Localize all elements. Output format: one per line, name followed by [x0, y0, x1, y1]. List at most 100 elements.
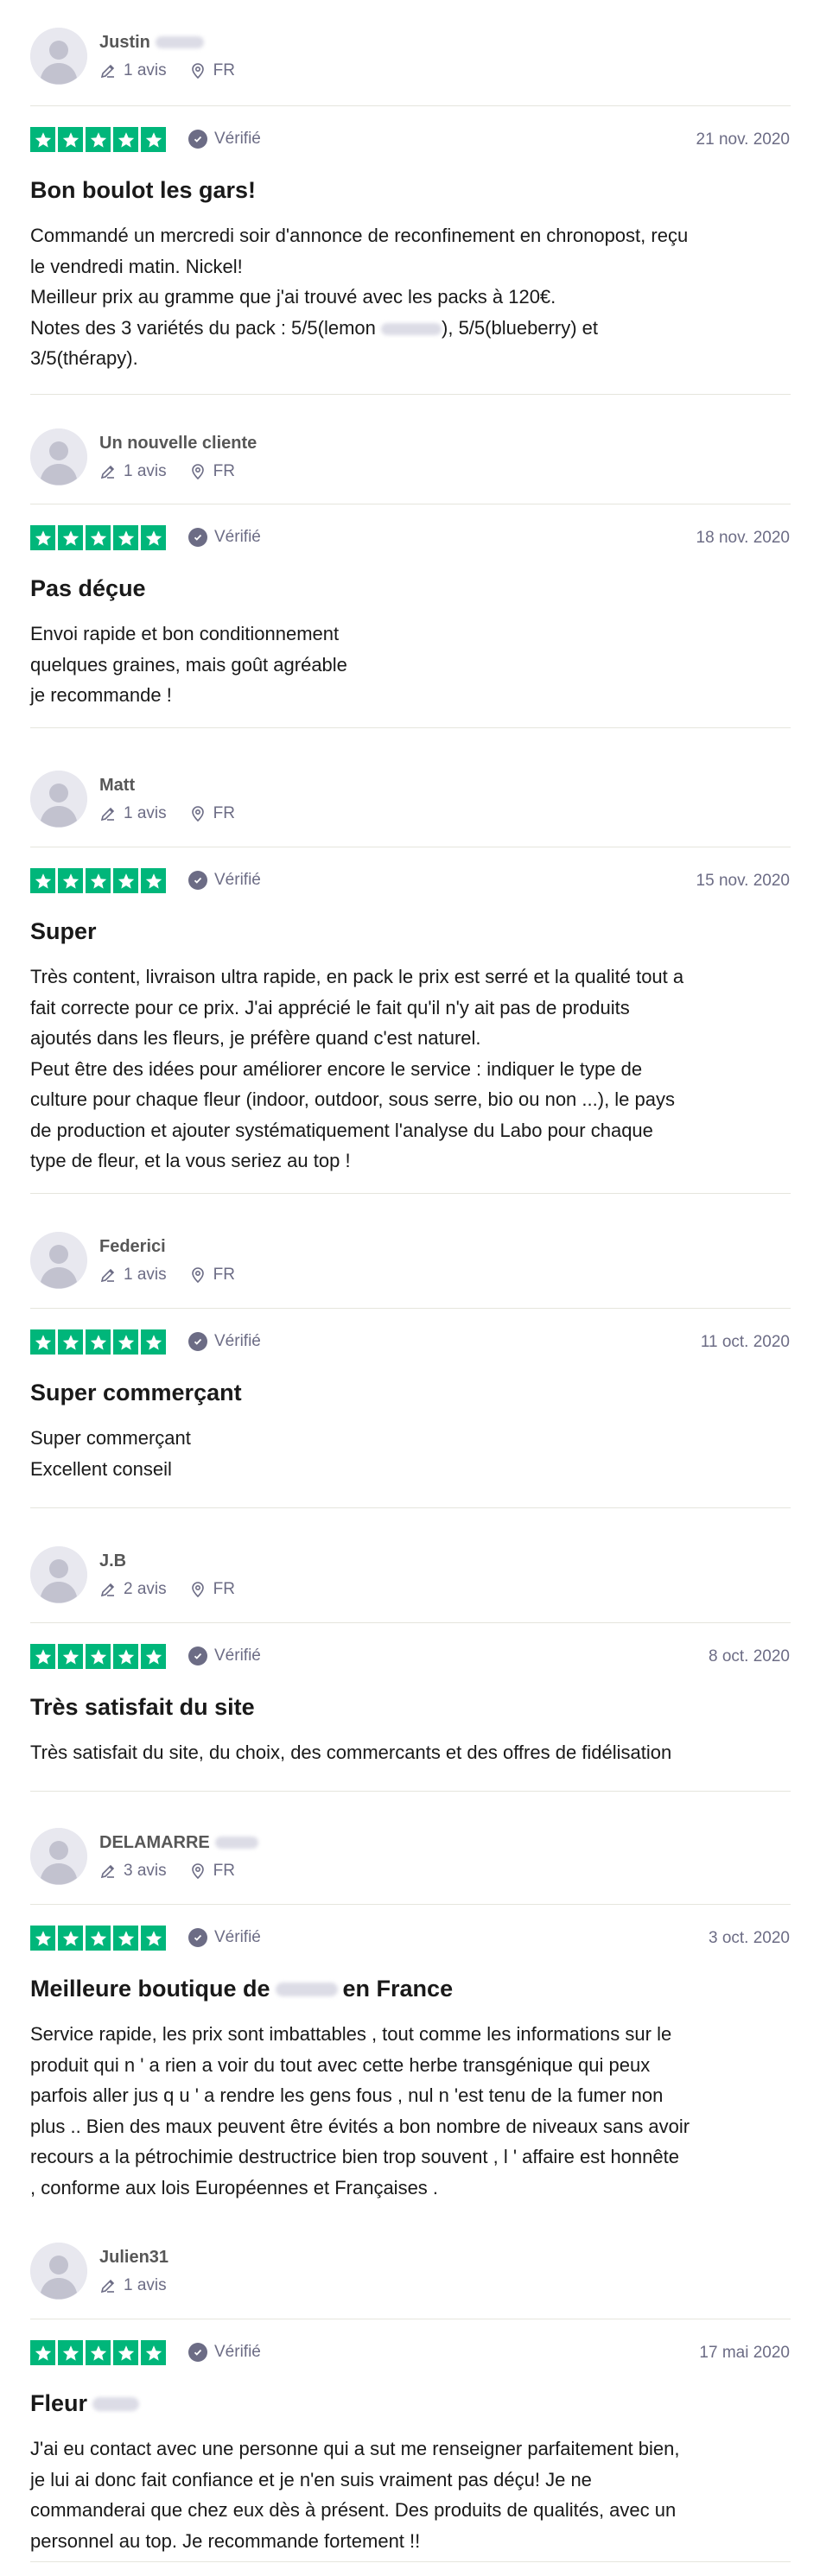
verified-badge[interactable]: Vérifié [188, 1332, 261, 1351]
star-icon [58, 2340, 83, 2365]
divider [30, 1507, 791, 1508]
country: FR [213, 462, 235, 480]
review-text-line: Service rapide, les prix sont imbattable… [30, 2023, 672, 2045]
review-date: 21 nov. 2020 [696, 130, 790, 149]
review-text: J'ai eu contact avec une personne qui a … [30, 2433, 791, 2556]
title-fragment: Fleur [30, 2390, 88, 2416]
text-fragment: Notes des 3 variétés du pack : 5/5(lemon [30, 316, 376, 339]
verified-badge[interactable]: Vérifié [188, 528, 261, 547]
consumer-info[interactable]: DELAMARRE 3 avis FR [30, 1828, 258, 1885]
avatar[interactable] [30, 771, 87, 828]
consumer-name[interactable]: DELAMARRE [99, 1833, 210, 1853]
checkmark-circle-icon [188, 1928, 207, 1947]
default-user-avatar-icon [30, 28, 87, 85]
consumer-name[interactable]: Justin [99, 33, 150, 53]
star-icon [141, 127, 166, 152]
star-icon [86, 127, 111, 152]
divider [30, 727, 791, 728]
pencil-icon [99, 1266, 117, 1284]
consumer-name[interactable]: Un nouvelle cliente [99, 434, 257, 454]
avatar[interactable] [30, 428, 87, 485]
review-text-line: quelques graines, mais goût agréable [30, 653, 347, 676]
map-pin-icon [189, 463, 207, 480]
review-title[interactable]: Meilleure boutique de en France [30, 1976, 453, 2002]
star-icon [58, 1926, 83, 1951]
review-count: 1 avis [124, 804, 167, 822]
verified-badge[interactable]: Vérifié [188, 1646, 261, 1666]
divider [30, 1308, 791, 1309]
review-title[interactable]: Super [30, 918, 97, 945]
divider [30, 1791, 791, 1792]
star-icon [30, 127, 55, 152]
consumer-info[interactable]: Matt 1 avis FR [30, 771, 257, 828]
review-text-line: Envoi rapide et bon conditionnement [30, 623, 340, 644]
consumer-info[interactable]: Un nouvelle cliente 1 avis FR [30, 428, 257, 485]
review-title[interactable]: Très satisfait du site [30, 1694, 255, 1721]
star-icon [30, 525, 55, 550]
verified-badge[interactable]: Vérifié [188, 2343, 261, 2362]
review-text-line: je recommande ! [30, 684, 172, 706]
review-title[interactable]: Super commerçant [30, 1380, 242, 1406]
consumer-info[interactable]: Julien31 1 avis [30, 2243, 189, 2300]
checkmark-circle-icon [188, 871, 207, 890]
review-date: 17 mai 2020 [699, 2344, 790, 2362]
consumer-info[interactable]: Federici 1 avis FR [30, 1232, 257, 1289]
review-text: Commandé un mercredi soir d'annonce de r… [30, 220, 791, 374]
review-date: 15 nov. 2020 [696, 872, 790, 890]
star-icon [141, 1644, 166, 1669]
pencil-icon [99, 805, 117, 822]
map-pin-icon [189, 805, 207, 822]
review-text-line: parfois aller jus q u ' a rendre les gen… [30, 2084, 664, 2106]
review-text-line: culture pour chaque fleur (indoor, outdo… [30, 1088, 676, 1110]
review-text-line: , conforme aux lois Européennes et Franç… [30, 2176, 439, 2198]
review-title[interactable]: Bon boulot les gars! [30, 177, 256, 204]
default-user-avatar-icon [30, 428, 87, 485]
avatar[interactable] [30, 28, 87, 85]
consumer-name[interactable]: Matt [99, 776, 135, 796]
verified-label: Vérifié [214, 1646, 261, 1665]
avatar[interactable] [30, 2243, 87, 2300]
star-icon [141, 1926, 166, 1951]
star-rating [30, 2340, 168, 2365]
star-icon [113, 2340, 138, 2365]
consumer-name[interactable]: Julien31 [99, 2248, 168, 2268]
review-text-line: le vendredi matin. Nickel! [30, 255, 243, 277]
star-icon [58, 525, 83, 550]
star-icon [141, 525, 166, 550]
divider [30, 1904, 791, 1905]
verified-badge[interactable]: Vérifié [188, 1928, 261, 1947]
verified-badge[interactable]: Vérifié [188, 130, 261, 149]
consumer-name[interactable]: Federici [99, 1237, 166, 1257]
pencil-icon [99, 1862, 117, 1880]
checkmark-circle-icon [188, 130, 207, 149]
consumer-info[interactable]: J.B 2 avis FR [30, 1546, 257, 1603]
consumer-info[interactable]: Justin 1 avis FR [30, 28, 257, 85]
avatar[interactable] [30, 1232, 87, 1289]
country: FR [213, 1862, 235, 1880]
avatar[interactable] [30, 1546, 87, 1603]
star-icon [86, 525, 111, 550]
map-pin-icon [189, 1581, 207, 1598]
redacted-surname [155, 36, 204, 48]
star-rating [30, 127, 168, 152]
verified-badge[interactable]: Vérifié [188, 871, 261, 890]
consumer-name[interactable]: J.B [99, 1551, 126, 1571]
default-user-avatar-icon [30, 1828, 87, 1885]
review-title[interactable]: Fleur [30, 2390, 144, 2417]
star-icon [113, 1644, 138, 1669]
avatar[interactable] [30, 1828, 87, 1885]
review-date: 18 nov. 2020 [696, 529, 790, 547]
checkmark-circle-icon [188, 1646, 207, 1666]
star-icon [141, 868, 166, 893]
review-title[interactable]: Pas déçue [30, 575, 146, 602]
review-count: 1 avis [124, 462, 167, 480]
verified-label: Vérifié [214, 1928, 261, 1946]
review-text-line: Très satisfait du site, du choix, des co… [30, 1742, 672, 1763]
title-fragment: en France [342, 1976, 454, 2002]
star-icon [86, 868, 111, 893]
star-rating [30, 1644, 168, 1669]
star-icon [141, 2340, 166, 2365]
verified-label: Vérifié [214, 871, 261, 889]
checkmark-circle-icon [188, 528, 207, 547]
divider [30, 1622, 791, 1623]
